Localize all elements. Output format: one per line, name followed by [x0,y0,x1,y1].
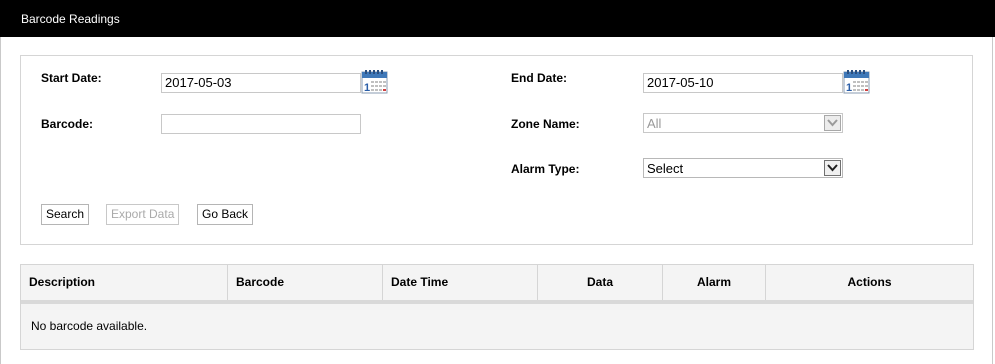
table-header: Description Barcode Date Time Data Alarm… [21,265,973,304]
end-date-field[interactable]: 2017-05-10 [643,73,843,93]
column-header-actions: Actions [847,275,892,289]
go-back-button[interactable]: Go Back [197,204,254,225]
alarm-type-select[interactable]: Select [643,158,843,178]
zone-name-label: Zone Name: [511,117,580,131]
calendar-icon[interactable]: 1 [843,69,870,94]
end-date-label: End Date: [511,71,568,85]
zone-name-select[interactable]: All [643,113,843,133]
column-header-data[interactable]: Data [538,265,663,300]
export-data-button[interactable]: Export Data [106,204,180,225]
barcode-table: Description Barcode Date Time Data Alarm… [20,264,974,350]
filter-panel: Start Date: 2017-05-03 1 End Date: 2017-… [20,55,973,245]
empty-table-message: No barcode available. [31,319,148,333]
page-title: Barcode Readings [21,12,120,26]
barcode-input[interactable] [161,114,361,134]
column-header-barcode[interactable]: Barcode [228,265,383,300]
column-header-alarm[interactable]: Alarm [663,265,766,300]
calendar-icon[interactable]: 1 [361,69,388,94]
column-header-date-time[interactable]: Date Time [383,265,538,300]
search-button[interactable]: Search [41,204,90,225]
page-header: Barcode Readings [0,0,995,37]
barcode-label: Barcode: [41,117,94,131]
column-header-description[interactable]: Description [21,265,228,300]
start-date-field[interactable]: 2017-05-03 [161,73,361,93]
zone-name-value: All [647,116,662,131]
alarm-type-label: Alarm Type: [511,162,580,176]
svg-text:1: 1 [846,82,852,94]
alarm-type-value: Select [647,161,684,176]
chevron-down-icon [824,160,841,176]
start-date-label: Start Date: [41,71,102,85]
chevron-down-icon [824,115,841,131]
svg-text:1: 1 [364,82,370,94]
